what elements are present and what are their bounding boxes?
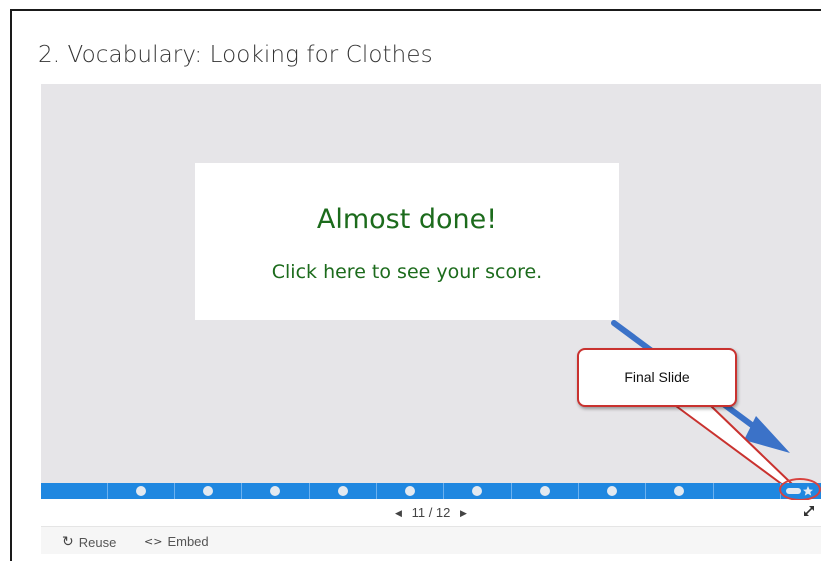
slide-dot-9[interactable] (674, 486, 684, 496)
progress-divider (511, 483, 512, 499)
progress-divider (443, 483, 444, 499)
slide-dot-6[interactable] (472, 486, 482, 496)
expand-icon[interactable] (802, 504, 816, 518)
reuse-label: Reuse (78, 534, 117, 550)
reuse-button[interactable]: ↻ Reuse (62, 534, 116, 550)
refresh-icon: ↻ (62, 534, 74, 550)
slide-progress-bar (41, 483, 821, 499)
progress-divider (645, 483, 646, 499)
progress-divider (376, 483, 377, 499)
embed-button[interactable]: <> Embed (144, 534, 209, 549)
callout-label: Final Slide (624, 369, 690, 385)
content-footer: ↻ Reuse <> Embed (41, 527, 821, 554)
progress-divider (309, 483, 310, 499)
slide-dot-2[interactable] (203, 486, 213, 496)
slide-dot-5[interactable] (405, 486, 415, 496)
callout-pointer (675, 405, 793, 489)
slide-dot-1[interactable] (136, 486, 146, 496)
final-slide-highlight (779, 478, 821, 501)
previous-slide-button[interactable]: ◀ (389, 508, 408, 519)
code-icon: <> (144, 535, 163, 548)
final-slide-callout: Final Slide (577, 348, 737, 407)
slide-dot-3[interactable] (270, 486, 280, 496)
progress-divider (107, 483, 108, 499)
slide-counter: 11 / 12 (411, 505, 451, 520)
slide-navigation: ◀ 11 / 12 ▶ (41, 500, 821, 527)
next-slide-button[interactable]: ▶ (454, 508, 473, 519)
slide-dot-4[interactable] (338, 486, 348, 496)
progress-divider (713, 483, 714, 499)
progress-divider (578, 483, 579, 499)
embed-label: Embed (167, 534, 209, 549)
progress-divider (241, 483, 242, 499)
slide-dot-7[interactable] (540, 486, 550, 496)
progress-divider (174, 483, 175, 499)
slide-dot-8[interactable] (607, 486, 617, 496)
